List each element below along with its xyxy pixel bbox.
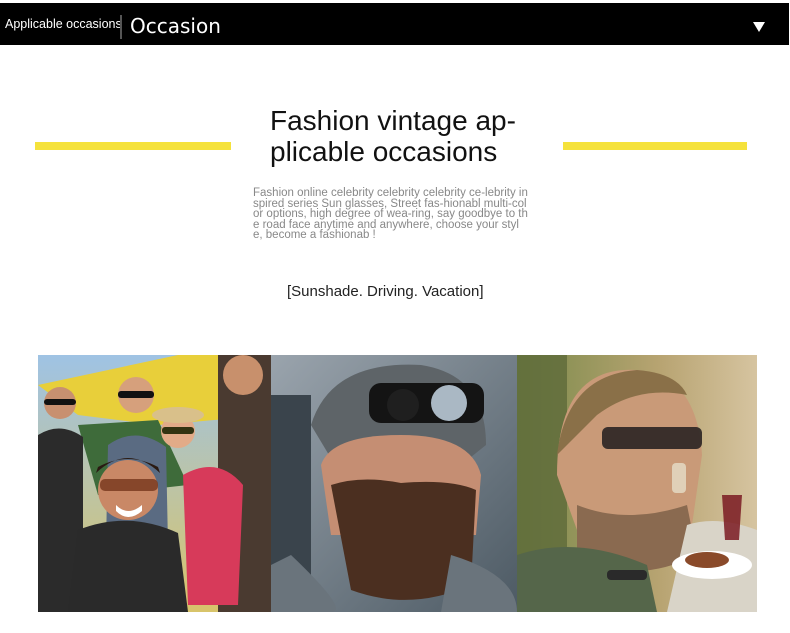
triangle-down-icon[interactable] xyxy=(753,22,765,32)
page-heading: Fashion vintage ap- plicable occasions xyxy=(270,105,540,167)
header-small-label: Applicable occasions xyxy=(5,17,122,31)
photo-man-eating xyxy=(517,355,757,612)
occasions-list: [Sunshade. Driving. Vacation] xyxy=(287,283,484,300)
yellow-divider-left xyxy=(35,142,231,150)
photo-bearded-man xyxy=(271,355,517,612)
header-divider xyxy=(120,15,122,39)
header-bar[interactable]: Applicable occasions Occasion xyxy=(0,3,789,45)
yellow-divider-right xyxy=(563,142,747,150)
product-description: Fashion online celebrity celebrity celeb… xyxy=(253,187,528,241)
lifestyle-photo-strip xyxy=(38,355,757,612)
heading-line-2: plicable occasions xyxy=(270,136,498,167)
header-title: Occasion xyxy=(130,14,221,38)
photo-group-selfie xyxy=(38,355,271,612)
heading-line-1: Fashion vintage ap- xyxy=(270,105,516,136)
